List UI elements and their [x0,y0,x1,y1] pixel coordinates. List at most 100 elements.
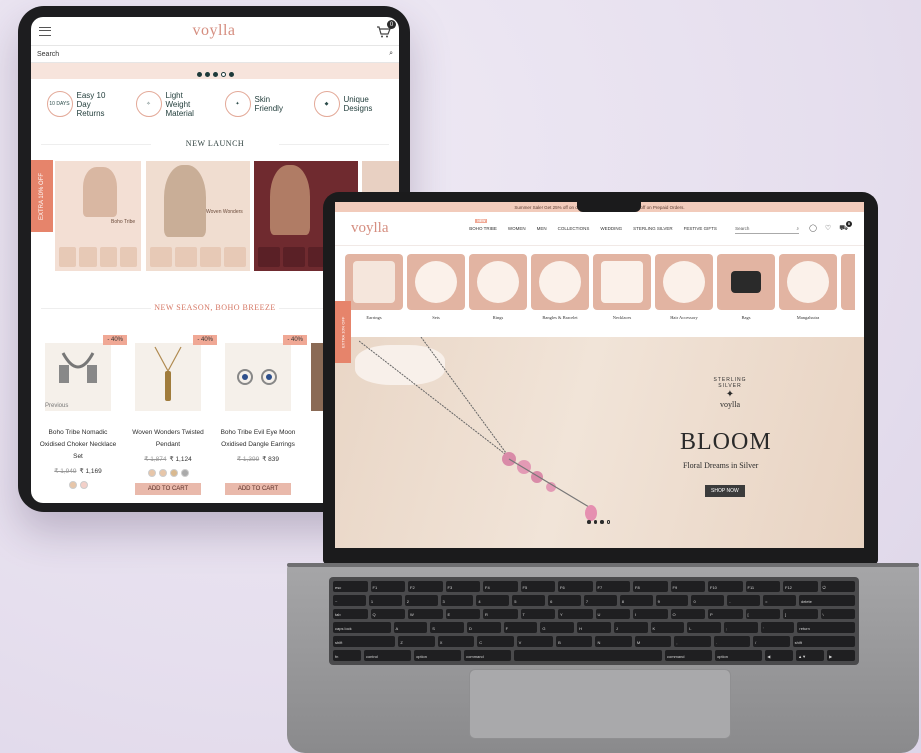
product-image[interactable]: - 40% [45,335,127,411]
nav-sterling-silver[interactable]: STERLING SILVER [633,226,672,231]
keyboard-key[interactable]: Y [558,608,593,620]
thumbnail[interactable] [79,247,97,267]
thumbnail[interactable] [282,247,305,267]
thumbnail[interactable] [99,247,117,267]
search-icon[interactable]: ⌕ [389,50,393,58]
previous-button[interactable]: Previous [45,403,68,409]
keyboard-key[interactable]: esc [333,581,368,592]
tablet-search-bar[interactable]: Search ⌕ [31,45,399,63]
category-rings[interactable]: Rings [469,254,527,328]
carousel-dot-active[interactable] [220,72,226,77]
keyboard-key[interactable]: , [674,636,711,648]
color-swatch[interactable] [158,469,167,477]
rings-image[interactable] [469,254,527,310]
keyboard-key[interactable]: I [633,608,668,620]
keyboard-key[interactable]: F10 [708,581,743,592]
keyboard-key[interactable]: 1 [368,594,402,606]
category-hair-accessory[interactable]: Hair Accessory [655,254,713,328]
category-bangles[interactable]: Bangles & Bracelet [531,254,589,328]
bangles-image[interactable] [531,254,589,310]
thumbnail[interactable] [150,247,172,267]
keyboard-key[interactable]: 9 [655,594,689,606]
keyboard-key[interactable]: F11 [745,581,780,592]
color-swatch[interactable] [68,481,77,489]
carousel-dot[interactable] [196,72,202,77]
earrings-image[interactable] [345,254,403,310]
keyboard-key[interactable]: ▶ [827,650,856,661]
keyboard-key[interactable]: R [483,608,518,620]
product-image[interactable]: - 40% [135,335,217,411]
keyboard-key[interactable]: control [363,650,412,661]
keyboard-key[interactable]: 0 [691,594,725,606]
keyboard-key[interactable]: T [520,608,555,620]
keyboard-key[interactable]: S [430,622,464,634]
keyboard-key[interactable]: F5 [520,581,555,592]
keyboard-key[interactable]: 3 [440,594,474,606]
product-card[interactable]: - 40% Previous Boho Tribe Nomadic Oxidis… [37,335,127,489]
keyboard-key[interactable]: ; [723,622,758,634]
carousel-dot[interactable] [587,520,591,524]
keyboard-key[interactable]: A [393,622,428,634]
color-swatch[interactable] [79,481,88,489]
keyboard-key[interactable]: F4 [483,581,518,592]
keyboard-key[interactable]: L [687,622,721,634]
keyboard-key[interactable]: return [797,622,855,634]
carousel-dot[interactable] [212,72,218,77]
keyboard-key[interactable]: K [650,622,685,634]
keyboard-key[interactable]: ◀ [765,650,794,661]
laptop-logo[interactable]: voylla [351,220,451,237]
carousel-dot[interactable] [593,520,597,524]
keyboard-key[interactable]: option [414,650,462,661]
thumbnail[interactable] [224,247,246,267]
keyboard-key[interactable]: ▲▼ [796,650,825,661]
banner-carousel[interactable] [31,63,399,79]
keyboard-key[interactable]: 6 [548,594,581,606]
keyboard-key[interactable]: F6 [558,581,593,592]
laptop-search-input[interactable]: Search ⌕ [735,224,800,234]
product-name[interactable]: Boho Tribe Evil Eye Moon Oxidised Dangle… [217,427,299,451]
product-card[interactable]: - 40% Woven Wonders Twisted Pendant ₹ 1,… [127,335,217,495]
shop-now-button[interactable]: SHOP NOW [705,485,745,497]
extra-offer-tab[interactable]: EXTRA 10% OFF [31,160,53,232]
nav-women[interactable]: WOMEN [508,226,526,231]
keyboard-key[interactable]: 2 [404,594,438,606]
keyboard-key[interactable]: X [437,636,475,648]
keyboard-key[interactable]: tab [333,608,368,620]
keyboard-key[interactable]: delete [798,594,855,606]
keyboard-key[interactable]: F2 [408,581,443,592]
hair-accessory-image[interactable] [655,254,713,310]
trackpad[interactable] [469,669,731,739]
keyboard-key[interactable]: option [715,650,763,661]
keyboard-key[interactable]: command [664,650,713,661]
product-name[interactable]: Boho Tribe Nomadic Oxidised Choker Neckl… [37,427,119,463]
search-input[interactable]: Search [37,51,59,58]
nav-boho-tribe[interactable]: NEW BOHO TRIBE [469,219,497,231]
keyboard-key[interactable]: D [466,622,501,634]
keyboard-key[interactable]: G [540,622,575,634]
keyboard-key[interactable]: - [727,594,761,606]
keyboard-key[interactable]: V [516,636,554,648]
keyboard-key[interactable]: command [464,650,512,661]
carousel-dot-active[interactable] [606,520,610,524]
product-image[interactable]: - 40% [225,335,307,411]
keyboard-key[interactable]: O [670,608,705,620]
keyboard-key[interactable]: F9 [670,581,705,592]
thumbnail[interactable] [59,247,77,267]
cart-icon[interactable]: 0 [377,20,396,38]
keyboard-key[interactable]: [ [745,608,780,620]
add-to-cart-button[interactable]: ADD TO CART [225,483,291,495]
search-icon[interactable]: ⌕ [797,226,800,231]
keyboard-key[interactable]: M [634,636,672,648]
product-name[interactable]: Woven Wonders Twisted Pendant [127,427,209,451]
heart-icon[interactable]: ♡ [825,224,831,233]
keyboard-key[interactable]: W [408,608,443,620]
product-card[interactable]: - 40% Boho Tribe Evil Eye Moon Oxidised … [217,335,307,495]
extra-offer-tab[interactable]: EXTRA 10% OFF [335,301,351,363]
carousel-dot[interactable] [204,72,210,77]
add-to-cart-button[interactable]: ADD TO CART [135,483,201,495]
keyboard-key[interactable]: / [753,636,790,648]
keyboard-key[interactable]: 7 [583,594,617,606]
nav-wedding[interactable]: WEDDING [600,226,622,231]
category-necklaces[interactable]: Necklaces [593,254,651,328]
keyboard-key[interactable]: E [445,608,480,620]
